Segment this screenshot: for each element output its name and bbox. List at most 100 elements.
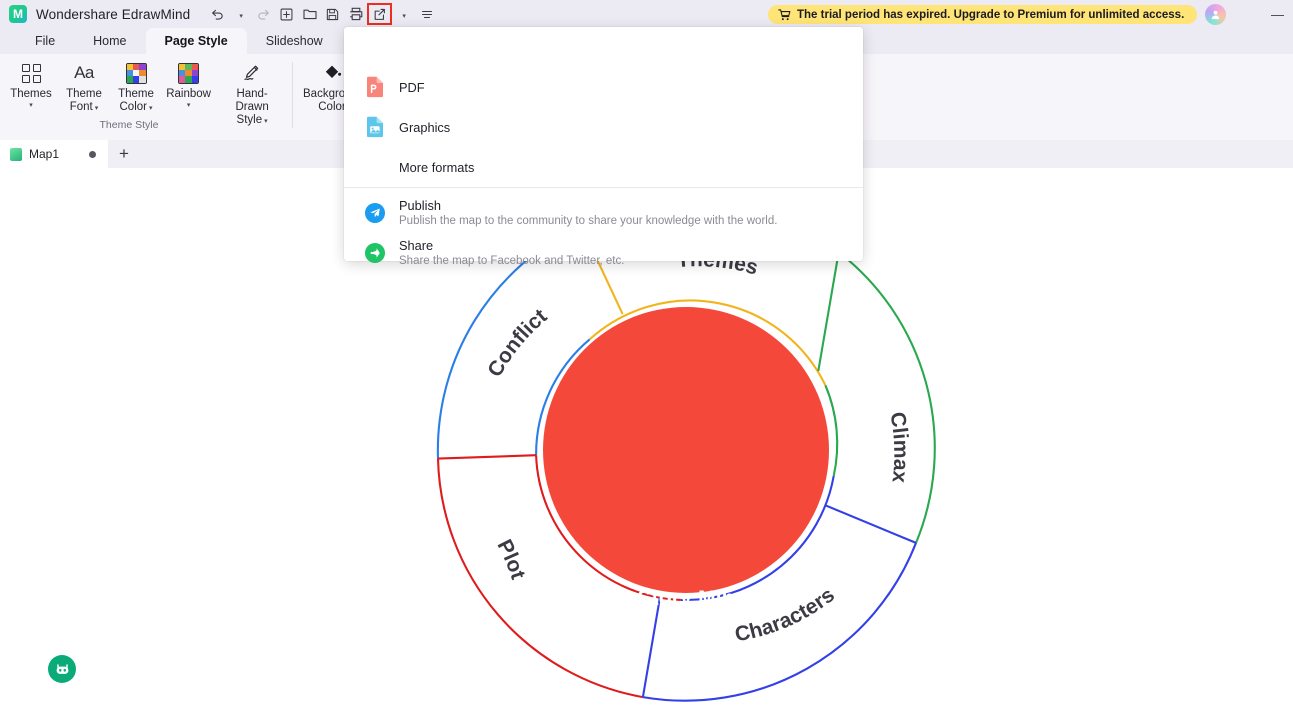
export-share-button[interactable] [367, 3, 393, 25]
doc-tab-map1[interactable]: Map1 [0, 140, 108, 168]
branch-label-conflict[interactable]: Conflict [483, 305, 551, 381]
hand-drawn-caret-icon[interactable]: ▾ [264, 118, 268, 125]
redo-icon [258, 9, 270, 20]
save-button[interactable] [321, 3, 344, 25]
connector-characters-end [641, 597, 661, 698]
avatar[interactable] [1205, 4, 1226, 25]
menu-item-share-label: Share [399, 237, 434, 253]
quick-access-toolbar: ▾ ▾ [206, 3, 438, 25]
rainbow-caret-icon[interactable]: ▾ [187, 101, 191, 110]
export-share-dropdown-menu[interactable]: PDF Graphics More formats Publish Publis… [344, 27, 863, 267]
overflow-icon [421, 10, 432, 18]
branch-label-climax[interactable]: Climax [885, 410, 912, 484]
new-button[interactable] [275, 3, 298, 25]
folder-icon [303, 9, 317, 20]
add-tab-button[interactable]: + [108, 140, 140, 168]
ribbon-separator [292, 62, 293, 128]
export-icon [374, 8, 386, 20]
hand-drawn-style-button[interactable]: Hand-Drawn Style ▾ [215, 54, 289, 128]
minimize-button[interactable]: — [1262, 0, 1293, 28]
theme-color-caret-icon[interactable]: ▾ [149, 105, 153, 112]
pdf-glyph [367, 76, 383, 98]
menu-divider [344, 187, 863, 188]
tab-home[interactable]: Home [74, 28, 145, 54]
menu-item-publish[interactable]: Publish Publish the map to the community… [344, 198, 863, 228]
plus-square-icon [280, 8, 293, 20]
print-button[interactable] [344, 3, 367, 25]
ai-assistant-button[interactable] [48, 655, 76, 683]
menu-item-graphics-label: Graphics [399, 119, 451, 135]
themes-grid-icon [21, 60, 41, 86]
logo-glyph: M [13, 7, 23, 21]
menu-item-more-formats-label: More formats [399, 159, 475, 175]
connector-plot [437, 454, 537, 460]
map-file-icon [10, 147, 22, 161]
theme-font-button[interactable]: Aa Theme Font ▾ [58, 54, 110, 115]
open-button[interactable] [298, 3, 321, 25]
ribbon-group-theme-style: Themes ▾ Aa Theme Font ▾ Theme Color ▾ R… [4, 54, 289, 140]
tab-file-label: File [35, 34, 56, 48]
undo-button[interactable] [206, 3, 229, 25]
themes-label: Themes [10, 88, 52, 100]
paint-bucket-icon [322, 60, 342, 86]
cart-icon [778, 8, 791, 21]
undo-caret[interactable]: ▾ [229, 3, 252, 25]
menu-item-publish-label: Publish [399, 197, 441, 213]
menu-item-share-description: Share the map to Facebook and Twitter, e… [399, 254, 625, 267]
robot-icon [56, 663, 68, 674]
branch-label-plot[interactable]: Plot [493, 536, 530, 582]
central-topic-node[interactable] [543, 307, 829, 593]
paper-plane-glyph [370, 208, 380, 218]
rainbow-button[interactable]: Rainbow ▾ [162, 54, 215, 110]
theme-style-group-caption: Theme Style [99, 119, 159, 131]
menu-item-share[interactable]: Share Share the map to Facebook and Twit… [344, 238, 863, 268]
menu-item-graphics[interactable]: Graphics [344, 113, 863, 141]
pencil-glyph [244, 65, 259, 81]
doc-tab-label: Map1 [29, 147, 60, 161]
arrow-right-glyph [370, 248, 380, 258]
tab-page-style-label: Page Style [164, 34, 228, 48]
add-tab-label: + [119, 144, 129, 163]
theme-font-caret-icon[interactable]: ▾ [95, 105, 99, 112]
unsaved-indicator-dot [89, 150, 96, 158]
outer-arc-climax [838, 251, 936, 544]
pencil-icon [241, 60, 263, 86]
rainbow-grid-icon [178, 60, 200, 86]
cart-glyph [778, 8, 791, 20]
person-icon [1211, 10, 1220, 20]
menu-item-publish-description: Publish the map to the community to shar… [399, 214, 778, 227]
trial-banner-text: The trial period has expired. Upgrade to… [797, 8, 1185, 21]
tab-slideshow[interactable]: Slideshow [247, 28, 342, 54]
undo-icon [212, 9, 223, 20]
connector-characters [824, 504, 917, 544]
paint-bucket-glyph [325, 65, 342, 78]
themes-button[interactable]: Themes ▾ [4, 54, 58, 110]
redo-button[interactable] [252, 3, 275, 25]
image-file-icon [364, 115, 386, 139]
telegram-send-icon [364, 201, 386, 225]
minimize-label: — [1271, 6, 1284, 22]
color-palette-icon [125, 60, 147, 86]
branch-label-characters[interactable]: Characters [733, 583, 839, 646]
themes-caret-icon[interactable]: ▾ [29, 101, 33, 110]
edrawmind-window: M Wondershare EdrawMind ▾ ▾ The trial pe… [0, 0, 1293, 715]
connector-climax [817, 252, 840, 372]
menu-item-pdf-label: PDF [399, 79, 425, 95]
printer-icon [349, 7, 363, 21]
app-logo-icon: M [9, 5, 27, 23]
theme-color-button[interactable]: Theme Color ▾ [110, 54, 162, 115]
menu-item-pdf[interactable]: PDF [344, 73, 863, 101]
tab-home-label: Home [93, 34, 127, 48]
tab-slideshow-label: Slideshow [265, 34, 323, 48]
tab-page-style[interactable]: Page Style [145, 28, 247, 54]
more-commands-button[interactable] [415, 3, 438, 25]
floppy-disk-icon [327, 8, 339, 20]
trial-expired-banner[interactable]: The trial period has expired. Upgrade to… [768, 5, 1198, 24]
menu-item-more-formats[interactable]: More formats [344, 153, 863, 181]
graphics-glyph [367, 116, 383, 138]
rainbow-label: Rainbow [166, 88, 211, 100]
export-caret[interactable]: ▾ [392, 3, 415, 25]
tab-file[interactable]: File [16, 28, 74, 54]
font-aa-icon: Aa [74, 63, 94, 82]
title-bar: M Wondershare EdrawMind ▾ ▾ The trial pe… [0, 0, 1293, 28]
